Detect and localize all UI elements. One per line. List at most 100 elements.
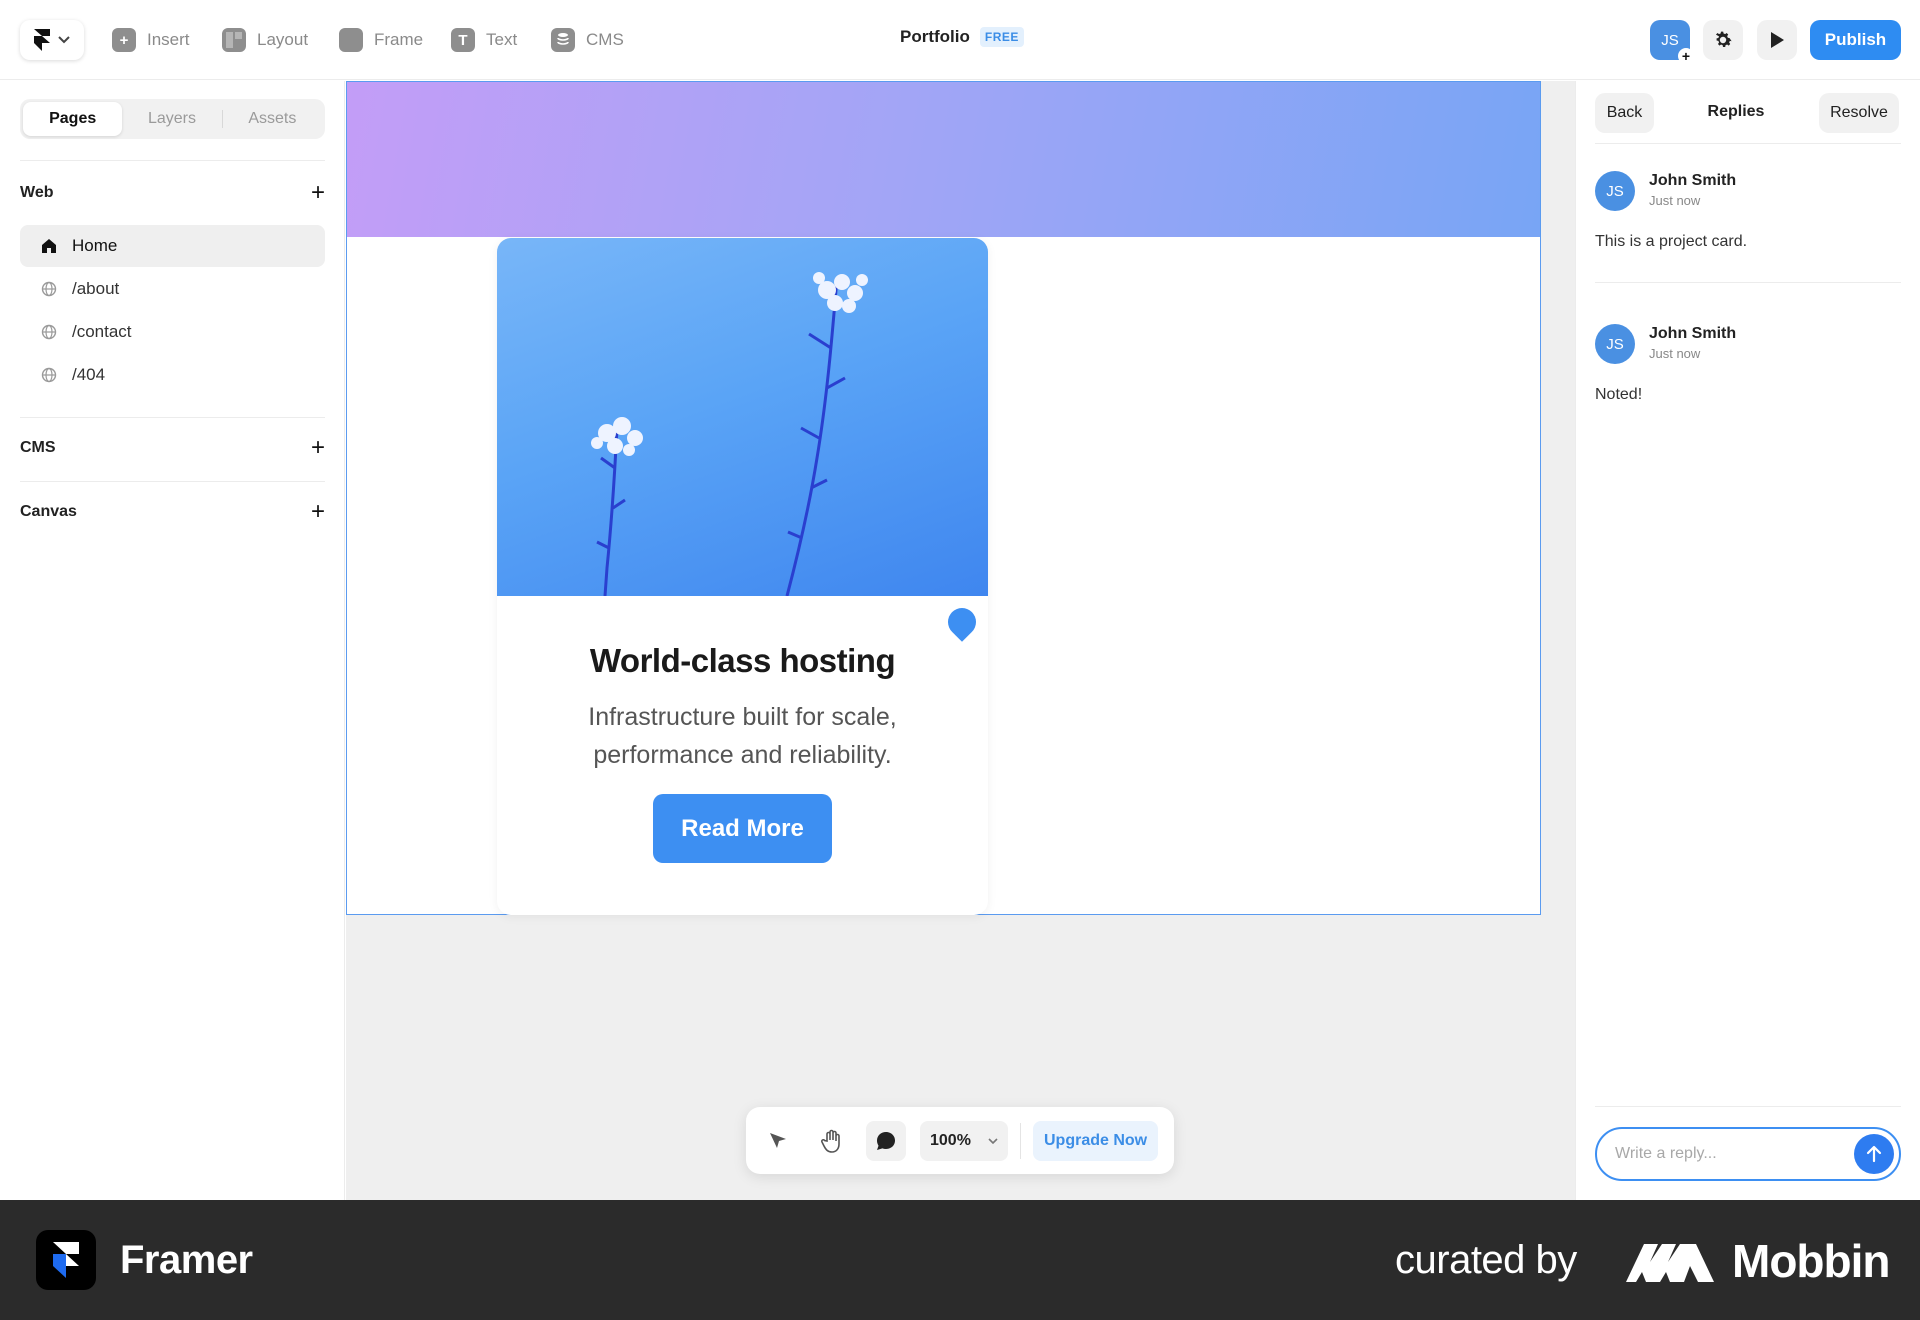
canvas-toolbar: 100% Upgrade Now xyxy=(746,1107,1174,1174)
avatar-initials: JS xyxy=(1661,31,1679,49)
hand-icon xyxy=(821,1129,840,1153)
play-icon xyxy=(1771,32,1784,48)
upgrade-now-button[interactable]: Upgrade Now xyxy=(1033,1120,1159,1161)
project-card[interactable]: World-class hosting Infrastructure built… xyxy=(497,238,988,915)
text-label: Text xyxy=(486,30,518,49)
frame-tool[interactable]: Frame xyxy=(339,25,423,55)
send-reply-button[interactable] xyxy=(1854,1134,1894,1174)
toolbar-separator xyxy=(1020,1122,1021,1159)
preview-button[interactable] xyxy=(1757,20,1797,60)
comment-author: John Smith xyxy=(1649,325,1737,342)
page-item-contact[interactable]: /contact xyxy=(20,311,325,353)
project-title[interactable]: Portfolio FREE xyxy=(900,27,1024,47)
tab-layers[interactable]: Layers xyxy=(122,102,221,136)
framer-logo-icon xyxy=(34,29,50,51)
frame-label: Frame xyxy=(374,30,424,49)
avatar: JS xyxy=(1595,324,1635,364)
reply-composer xyxy=(1595,1127,1901,1181)
comment-time: Just now xyxy=(1649,346,1701,361)
page-item-about[interactable]: /about xyxy=(20,268,325,310)
zoom-value: 100% xyxy=(930,1131,971,1149)
card-title[interactable]: World-class hosting xyxy=(497,642,988,680)
page-label: Home xyxy=(72,236,118,255)
curated-by-text: curated by xyxy=(1395,1238,1577,1282)
divider xyxy=(20,481,325,482)
globe-icon xyxy=(40,323,58,341)
text-tool[interactable]: T Text xyxy=(451,25,517,55)
attribution-footer: Framer curated by Mobbin xyxy=(0,1200,1920,1320)
divider xyxy=(1595,282,1901,283)
divider xyxy=(20,417,325,418)
comment-time: Just now xyxy=(1649,193,1701,208)
framer-menu-button[interactable] xyxy=(20,20,84,60)
cms-section-header: CMS + xyxy=(20,436,325,460)
comment-author: John Smith xyxy=(1649,172,1737,189)
web-section-header: Web + xyxy=(20,181,325,205)
publish-button[interactable]: Publish xyxy=(1810,20,1901,60)
mobbin-brand: Mobbin xyxy=(1626,1234,1890,1288)
user-avatar[interactable]: JS + xyxy=(1650,20,1694,64)
page-item-home[interactable]: Home xyxy=(20,225,325,267)
design-canvas[interactable]: World-class hosting Infrastructure built… xyxy=(346,81,1575,1200)
mobbin-logo-icon xyxy=(1626,1244,1714,1282)
home-frame[interactable]: World-class hosting Infrastructure built… xyxy=(346,81,1541,915)
page-label: /contact xyxy=(72,322,132,341)
read-more-button[interactable]: Read More xyxy=(653,794,832,863)
mobbin-wordmark: Mobbin xyxy=(1732,1235,1890,1287)
canvas-section-title: Canvas xyxy=(20,503,77,520)
resolve-button[interactable]: Resolve xyxy=(1819,93,1899,133)
card-description[interactable]: Infrastructure built for scale, performa… xyxy=(557,698,928,774)
card-image[interactable] xyxy=(497,238,988,597)
database-icon xyxy=(551,28,575,52)
avatar: JS xyxy=(1595,171,1635,211)
web-section-title: Web xyxy=(20,184,54,201)
page-label: /about xyxy=(72,279,120,298)
comment-bubble-icon xyxy=(877,1131,895,1150)
divider xyxy=(1595,143,1901,144)
plus-icon: + xyxy=(112,28,136,52)
zoom-select[interactable]: 100% xyxy=(920,1120,1008,1161)
framer-app-icon xyxy=(36,1230,96,1290)
text-icon: T xyxy=(451,28,475,52)
framer-logo-icon xyxy=(53,1242,79,1278)
divider xyxy=(1595,1106,1901,1107)
frame-icon xyxy=(339,28,363,52)
replies-title: Replies xyxy=(1707,103,1765,120)
flowers-illustration xyxy=(591,272,868,597)
insert-tool[interactable]: + Insert xyxy=(112,25,190,55)
comment-tool-button[interactable] xyxy=(866,1120,906,1161)
cms-label: CMS xyxy=(586,30,624,49)
arrow-up-icon xyxy=(1866,1145,1882,1163)
home-icon xyxy=(40,237,58,255)
canvas-section-header: Canvas + xyxy=(20,500,325,524)
hand-tool-button[interactable] xyxy=(812,1121,852,1161)
project-name: Portfolio xyxy=(900,27,970,46)
add-canvas-plus-icon[interactable]: + xyxy=(311,500,325,524)
cms-tool[interactable]: CMS xyxy=(551,25,624,55)
settings-button[interactable] xyxy=(1703,20,1743,60)
plan-badge: FREE xyxy=(979,27,1024,47)
sidebar-tabs: Pages Layers Assets xyxy=(20,99,325,139)
tab-pages[interactable]: Pages xyxy=(23,102,123,136)
cms-section-title: CMS xyxy=(20,439,56,456)
page-item-404[interactable]: /404 xyxy=(20,354,325,396)
chevron-down-icon xyxy=(58,36,70,44)
add-page-plus-icon[interactable]: + xyxy=(311,181,325,205)
layout-tool[interactable]: Layout xyxy=(222,25,308,55)
insert-label: Insert xyxy=(147,30,190,49)
add-collection-plus-icon[interactable]: + xyxy=(311,436,325,460)
select-tool-button[interactable] xyxy=(758,1121,798,1161)
gradient-banner[interactable] xyxy=(347,82,1540,237)
left-sidebar: Pages Layers Assets Web + Home /about /c… xyxy=(0,81,345,1200)
app-name: Framer xyxy=(120,1238,253,1282)
back-button[interactable]: Back xyxy=(1595,93,1654,133)
globe-icon xyxy=(40,280,58,298)
page-label: /404 xyxy=(72,365,106,384)
comment-text: This is a project card. xyxy=(1595,233,1748,250)
comment-text: Noted! xyxy=(1595,386,1643,403)
reply-input[interactable] xyxy=(1615,1145,1854,1163)
layout-label: Layout xyxy=(257,30,309,49)
globe-icon xyxy=(40,366,58,384)
tab-assets[interactable]: Assets xyxy=(223,102,322,136)
comments-panel: Back Replies Resolve JS John Smith Just … xyxy=(1575,81,1920,1200)
